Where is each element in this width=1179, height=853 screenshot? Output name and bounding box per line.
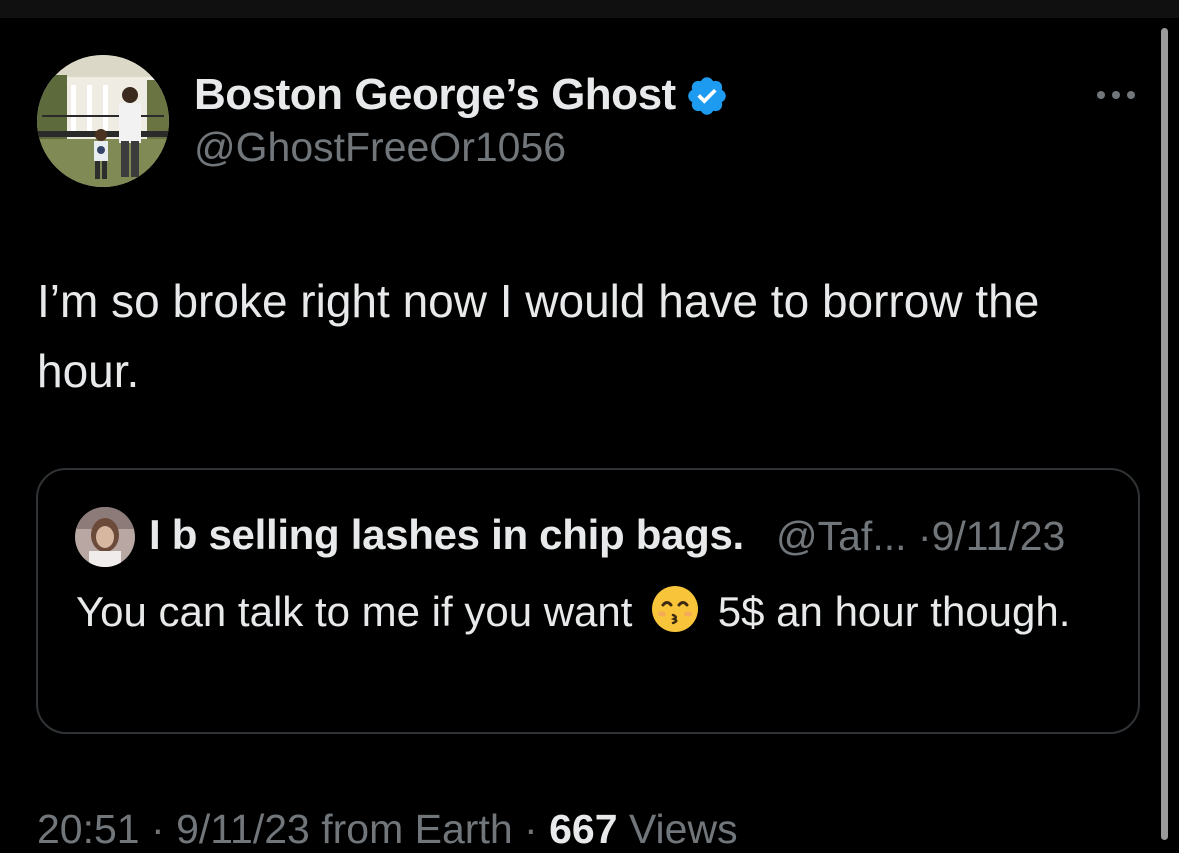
quoted-text-part-2: 5$ an hour though. <box>717 588 1071 635</box>
tweet-source: from Earth <box>321 806 513 852</box>
tweet-footer-meta: 20:51 · 9/11/23 from Earth · 667 Views <box>37 806 738 853</box>
top-status-strip <box>0 0 1179 18</box>
views-count[interactable]: 667 <box>549 806 617 852</box>
tweet-time[interactable]: 20:51 <box>37 806 140 852</box>
more-horizontal-icon[interactable] <box>1092 80 1142 110</box>
tweet-date[interactable]: 9/11/23 <box>176 806 310 852</box>
footer-separator: · <box>151 806 165 852</box>
tweet-text: I’m so broke right now I would have to b… <box>37 275 1040 397</box>
author-handle[interactable]: @GhostFreeOr1056 <box>194 124 566 171</box>
meta-separator: · <box>917 513 932 559</box>
quoted-author-name[interactable]: I b selling lashes in chip bags. <box>149 511 744 559</box>
quoted-text-part-1: You can talk to me if you want <box>76 588 633 635</box>
scrollbar[interactable] <box>1161 28 1168 840</box>
author-avatar[interactable] <box>37 55 169 187</box>
author-name[interactable]: Boston George’s Ghost <box>194 70 676 120</box>
quoted-author-avatar[interactable] <box>75 507 135 567</box>
verified-badge-icon[interactable] <box>685 74 729 118</box>
kissing-face-emoji-icon <box>650 584 700 634</box>
views-label[interactable]: Views <box>629 806 738 852</box>
quoted-tweet-text: You can talk to me if you want 5$ an hou… <box>76 584 1106 640</box>
footer-separator: · <box>524 806 538 852</box>
quoted-tweet-meta: @Taf... ·9/11/23 <box>776 513 1065 560</box>
quoted-tweet-date[interactable]: 9/11/23 <box>932 513 1066 559</box>
quoted-author-handle[interactable]: @Taf... <box>776 513 907 559</box>
